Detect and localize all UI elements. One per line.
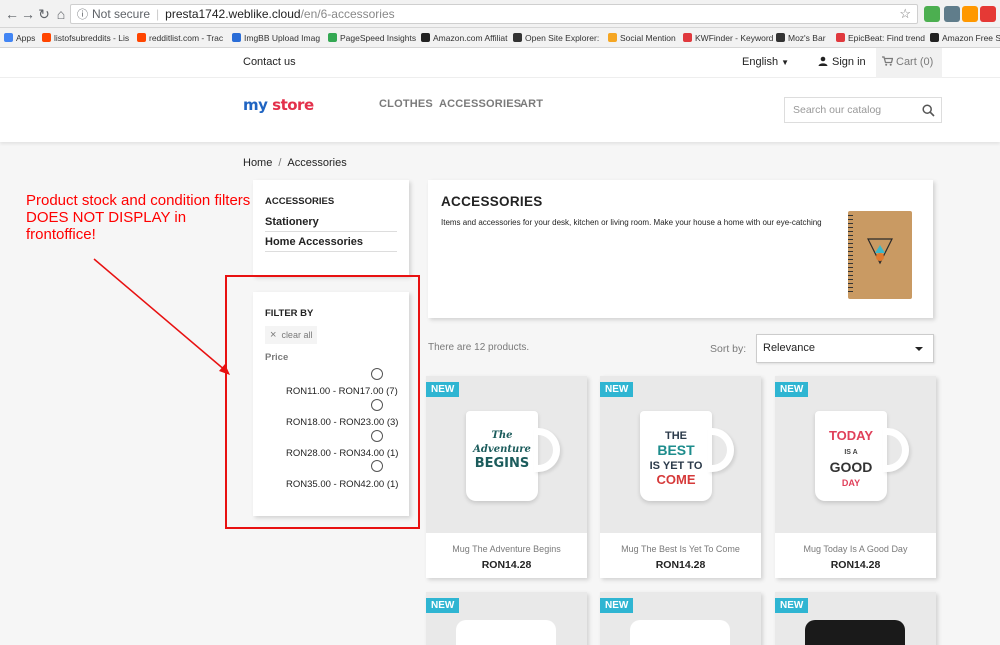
product-image[interactable]: THE BEST IS YET TO COME [600,376,761,533]
product-card[interactable]: TODAY IS A GOOD DAY NEW Mug Today Is A Good… [775,376,936,578]
caret-down-icon [915,347,923,351]
new-badge: NEW [426,382,460,397]
new-badge: NEW [600,382,634,397]
category-description: Items and accessories for your desk, kit… [441,218,822,227]
product-image[interactable]: The Adventure BEGINS [426,376,587,533]
product-card[interactable]: NEW [600,592,761,645]
product-card[interactable]: NEW [775,592,936,645]
product-name[interactable]: Mug Today Is A Good Day [775,544,936,554]
category-image [848,211,912,299]
category-header: ACCESSORIES Items and accessories for yo… [428,180,933,318]
sort-label: Sort by: [710,343,747,355]
sort-dropdown[interactable]: Relevance [756,334,934,363]
new-badge: NEW [775,382,809,397]
new-badge: NEW [600,598,634,613]
product-price: RON14.28 [655,559,706,571]
product-name[interactable]: Mug The Adventure Begins [426,544,587,554]
product-price: RON14.28 [481,559,532,571]
product-card[interactable]: NEW [426,592,587,645]
product-image[interactable]: TODAY IS A GOOD DAY [775,376,936,533]
product-name[interactable]: Mug The Best Is Yet To Come [600,544,761,554]
sort-value: Relevance [763,342,815,354]
product-count: There are 12 products. [428,342,530,353]
new-badge: NEW [426,598,460,613]
category-title: ACCESSORIES [441,194,543,209]
new-badge: NEW [775,598,809,613]
product-card[interactable]: THE BEST IS YET TO COME NEW Mug The Best Is… [600,376,761,578]
product-card[interactable]: The Adventure BEGINS NEW Mug The Adventure… [426,376,587,578]
product-price: RON14.28 [830,559,881,571]
